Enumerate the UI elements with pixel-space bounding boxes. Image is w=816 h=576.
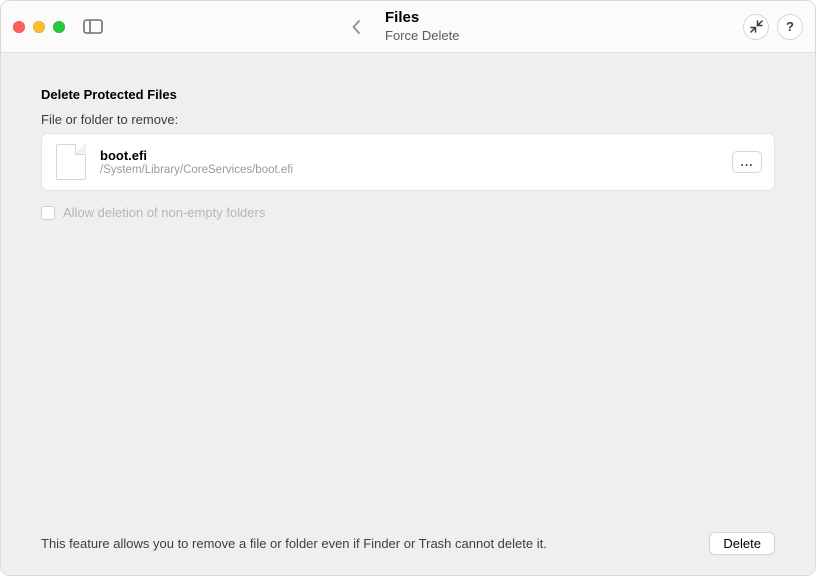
delete-button[interactable]: Delete [709, 532, 775, 555]
footer-hint: This feature allows you to remove a file… [41, 536, 697, 551]
file-row: boot.efi /System/Library/CoreServices/bo… [41, 133, 775, 191]
allow-nonempty-label: Allow deletion of non-empty folders [63, 205, 265, 220]
help-icon: ? [786, 19, 794, 34]
file-texts: boot.efi /System/Library/CoreServices/bo… [100, 148, 718, 176]
toggle-sidebar-button[interactable] [79, 16, 107, 38]
content-area: Delete Protected Files File or folder to… [1, 53, 815, 575]
help-button[interactable]: ? [777, 14, 803, 40]
window-subtitle: Force Delete [385, 28, 459, 44]
file-name: boot.efi [100, 148, 718, 163]
sidebar-icon [83, 19, 103, 34]
ellipsis-icon: ... [740, 156, 753, 168]
chevron-left-icon [352, 20, 361, 34]
field-label: File or folder to remove: [41, 112, 775, 127]
zoom-window-button[interactable] [53, 21, 65, 33]
section-title: Delete Protected Files [41, 87, 775, 102]
titlebar-right: ? [743, 14, 803, 40]
titlebar: Files Force Delete ? [1, 1, 815, 53]
titlebar-titles: Files Force Delete [385, 9, 505, 44]
browse-button[interactable]: ... [732, 151, 762, 173]
titlebar-center: Files Force Delete [115, 9, 735, 44]
back-button[interactable] [345, 16, 367, 38]
app-window: Files Force Delete ? Delete Protected Fi… [0, 0, 816, 576]
window-controls [13, 21, 65, 33]
collapse-icon [750, 20, 763, 33]
file-icon [56, 144, 86, 180]
window-title: Files [385, 9, 419, 27]
allow-nonempty-checkbox [41, 206, 55, 220]
close-window-button[interactable] [13, 21, 25, 33]
minimize-window-button[interactable] [33, 21, 45, 33]
footer: This feature allows you to remove a file… [41, 520, 775, 555]
file-path: /System/Library/CoreServices/boot.efi [100, 164, 718, 176]
allow-nonempty-row: Allow deletion of non-empty folders [41, 205, 775, 220]
collapse-button[interactable] [743, 14, 769, 40]
spacer [41, 220, 775, 520]
